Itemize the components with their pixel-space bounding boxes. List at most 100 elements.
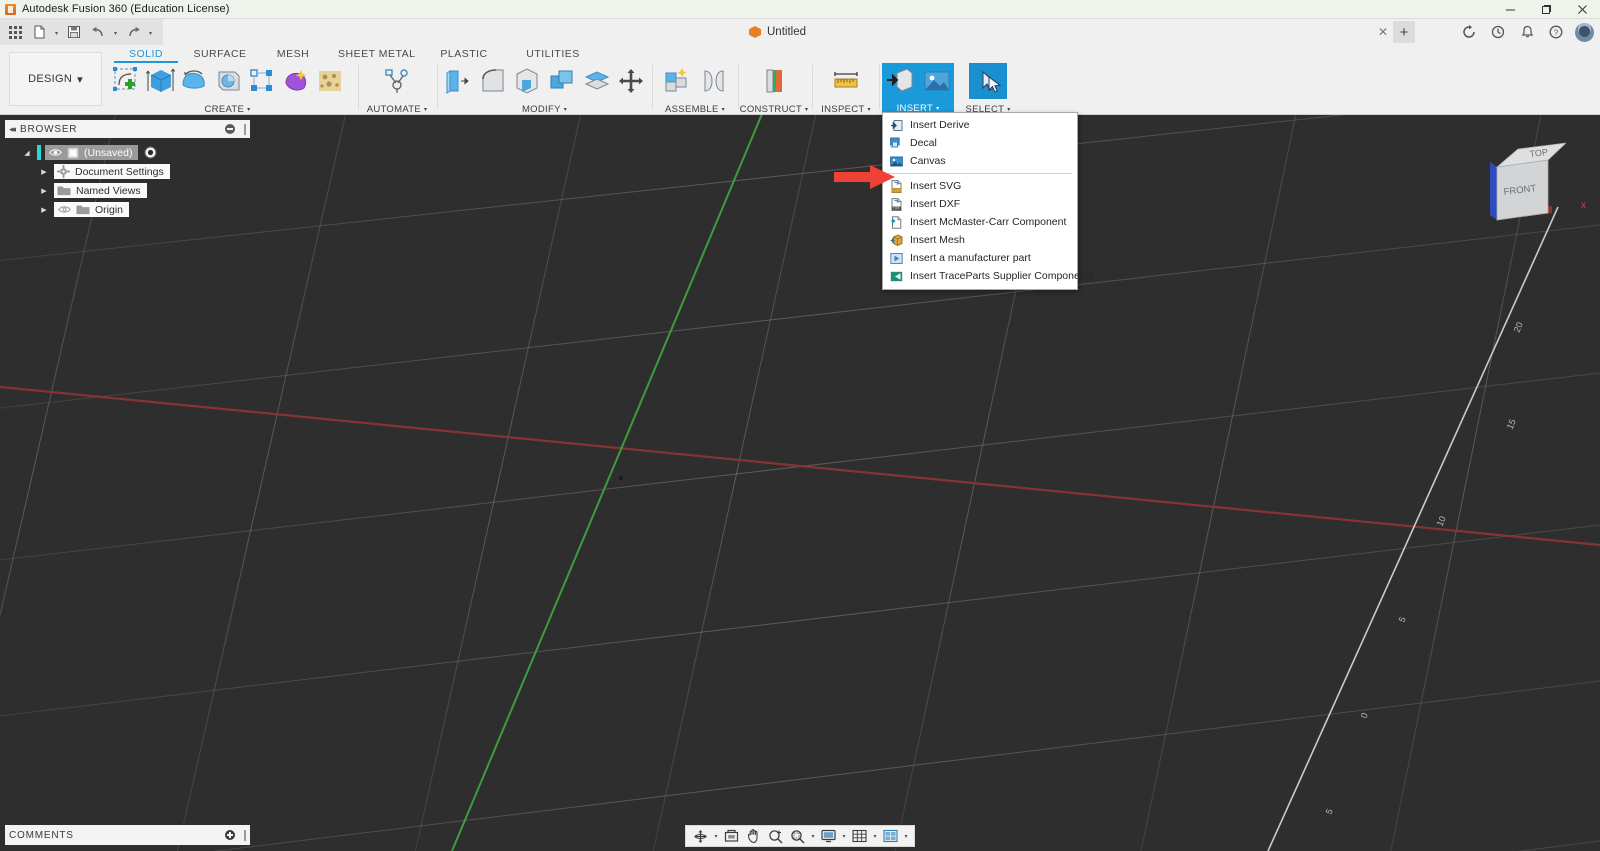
insert-derive-button[interactable] bbox=[883, 63, 917, 99]
add-comment-icon[interactable] bbox=[225, 830, 235, 840]
tree-node-document-settings[interactable]: ▶ Document Settings bbox=[5, 162, 250, 181]
sweep-button[interactable] bbox=[212, 63, 243, 99]
construct-plane-button[interactable] bbox=[757, 63, 791, 99]
account-avatar[interactable] bbox=[1575, 22, 1594, 42]
automate-button[interactable] bbox=[380, 63, 414, 99]
visibility-eye-icon[interactable] bbox=[48, 147, 62, 158]
tree-node-body[interactable]: (Unsaved) bbox=[45, 145, 139, 160]
tab-utilities[interactable]: UTILITIES bbox=[510, 48, 596, 62]
ribbon-group-create-label[interactable]: CREATE ▾ bbox=[110, 104, 345, 115]
pattern-button[interactable] bbox=[246, 63, 277, 99]
minimize-button[interactable] bbox=[1492, 0, 1528, 19]
menu-item-insert-derive[interactable]: Insert Derive bbox=[883, 116, 1077, 134]
extrude-button[interactable] bbox=[144, 63, 175, 99]
save-icon[interactable] bbox=[63, 21, 85, 43]
redo-icon[interactable] bbox=[122, 21, 144, 43]
zoom-window-icon[interactable] bbox=[787, 826, 808, 846]
create-sketch-button[interactable] bbox=[110, 63, 141, 99]
menu-item-insert-mesh[interactable]: Insert Mesh bbox=[883, 231, 1077, 249]
menu-item-insert-mcmaster-carr[interactable]: Insert McMaster-Carr Component bbox=[883, 213, 1077, 231]
display-dropdown-caret[interactable]: ▾ bbox=[840, 833, 848, 840]
new-document-tab-button[interactable]: + bbox=[1393, 21, 1415, 43]
display-settings-icon[interactable] bbox=[818, 826, 839, 846]
viewports-icon[interactable] bbox=[880, 826, 901, 846]
activate-component-icon[interactable] bbox=[144, 146, 157, 159]
create-mesh-button[interactable] bbox=[314, 63, 345, 99]
tree-node-body[interactable]: Named Views bbox=[54, 183, 147, 198]
tree-node-body[interactable]: Document Settings bbox=[54, 164, 170, 179]
panel-resize-grip[interactable] bbox=[244, 829, 246, 841]
split-body-button[interactable] bbox=[581, 63, 613, 99]
collapse-panel-icon[interactable]: ◂◂ bbox=[9, 124, 16, 135]
clock-icon[interactable] bbox=[1488, 22, 1508, 42]
minimize-panel-icon[interactable] bbox=[225, 124, 235, 134]
menu-item-insert-manufacturer-part[interactable]: Insert a manufacturer part bbox=[883, 249, 1077, 267]
tab-surface[interactable]: SURFACE bbox=[182, 48, 258, 62]
ribbon-group-inspect-label[interactable]: INSPECT ▾ bbox=[818, 104, 874, 115]
panel-resize-grip[interactable] bbox=[244, 123, 246, 135]
expand-triangle-icon[interactable]: ▶ bbox=[38, 187, 50, 195]
move-copy-button[interactable] bbox=[615, 63, 647, 99]
app-grid-icon[interactable] bbox=[4, 21, 26, 43]
workspace-switcher[interactable]: DESIGN ▾ bbox=[9, 52, 102, 106]
canvas-button[interactable] bbox=[920, 63, 954, 99]
close-button[interactable] bbox=[1564, 0, 1600, 19]
view-cube[interactable]: TOP FRONT bbox=[1456, 127, 1566, 227]
zoom-dropdown-caret[interactable]: ▾ bbox=[809, 833, 817, 840]
document-tab[interactable]: Untitled bbox=[735, 19, 820, 45]
bell-icon[interactable] bbox=[1517, 22, 1537, 42]
redo-dropdown-caret[interactable]: ▾ bbox=[146, 21, 155, 43]
refresh-icon[interactable] bbox=[1459, 22, 1479, 42]
visibility-eye-icon[interactable] bbox=[57, 204, 71, 215]
tree-node-named-views[interactable]: ▶ Named Views bbox=[5, 181, 250, 200]
joint-button[interactable] bbox=[697, 63, 731, 99]
viewports-dropdown-caret[interactable]: ▾ bbox=[902, 833, 910, 840]
zoom-icon[interactable] bbox=[765, 826, 786, 846]
orbit-icon[interactable] bbox=[690, 826, 711, 846]
orbit-dropdown-caret[interactable]: ▾ bbox=[712, 833, 720, 840]
pan-icon[interactable] bbox=[743, 826, 764, 846]
menu-item-decal[interactable]: Decal bbox=[883, 134, 1077, 152]
ribbon-group-assemble-label[interactable]: ASSEMBLE ▾ bbox=[658, 104, 732, 115]
tree-node-unsaved[interactable]: ◢ (Unsaved) bbox=[5, 143, 250, 162]
ribbon-group-assemble: ASSEMBLE ▾ bbox=[658, 63, 732, 115]
fillet-button[interactable] bbox=[477, 63, 509, 99]
expand-triangle-icon[interactable]: ▶ bbox=[38, 206, 50, 214]
tree-node-origin[interactable]: ▶ Origin bbox=[5, 200, 250, 219]
document-tab-close-icon[interactable]: ✕ bbox=[1374, 19, 1392, 45]
tab-solid[interactable]: SOLID bbox=[110, 48, 182, 62]
tab-plastic[interactable]: PLASTIC bbox=[418, 48, 510, 62]
expand-triangle-icon[interactable]: ◢ bbox=[21, 149, 33, 157]
comments-panel[interactable]: COMMENTS bbox=[5, 825, 250, 845]
undo-icon[interactable] bbox=[87, 21, 109, 43]
tree-node-body[interactable]: Origin bbox=[54, 202, 130, 217]
menu-item-insert-traceparts[interactable]: Insert TraceParts Supplier Components bbox=[883, 267, 1094, 285]
undo-dropdown-caret[interactable]: ▾ bbox=[111, 21, 120, 43]
maximize-button[interactable] bbox=[1528, 0, 1564, 19]
file-dropdown-caret[interactable]: ▾ bbox=[52, 21, 61, 43]
help-icon[interactable]: ? bbox=[1546, 22, 1566, 42]
file-icon[interactable] bbox=[28, 21, 50, 43]
create-form-button[interactable] bbox=[280, 63, 311, 99]
combine-button[interactable] bbox=[546, 63, 578, 99]
ribbon-group-modify-label[interactable]: MODIFY ▾ bbox=[442, 104, 647, 115]
menu-item-label: Insert a manufacturer part bbox=[910, 252, 1031, 264]
3d-viewport[interactable]: 20 15 10 5 0 5 10 TOP bbox=[0, 115, 1600, 851]
look-at-icon[interactable] bbox=[721, 826, 742, 846]
measure-button[interactable] bbox=[829, 63, 863, 99]
ribbon-group-construct-label[interactable]: CONSTRUCT ▾ bbox=[740, 104, 808, 115]
shell-button[interactable] bbox=[511, 63, 543, 99]
menu-item-insert-dxf[interactable]: DXF Insert DXF bbox=[883, 195, 1077, 213]
menu-item-insert-svg[interactable]: SVG Insert SVG bbox=[883, 177, 1077, 195]
revolve-button[interactable] bbox=[178, 63, 209, 99]
menu-item-canvas[interactable]: Canvas bbox=[883, 152, 1077, 170]
new-component-button[interactable] bbox=[660, 63, 694, 99]
grid-dropdown-caret[interactable]: ▾ bbox=[871, 833, 879, 840]
tab-sheet-metal[interactable]: SHEET METAL bbox=[328, 48, 418, 62]
expand-triangle-icon[interactable]: ▶ bbox=[38, 168, 50, 176]
ribbon-group-automate-label[interactable]: AUTOMATE ▾ bbox=[367, 104, 427, 115]
press-pull-button[interactable] bbox=[442, 63, 474, 99]
browser-header[interactable]: ◂◂ BROWSER bbox=[5, 120, 250, 138]
grid-snaps-icon[interactable] bbox=[849, 826, 870, 846]
tab-mesh[interactable]: MESH bbox=[258, 48, 328, 62]
